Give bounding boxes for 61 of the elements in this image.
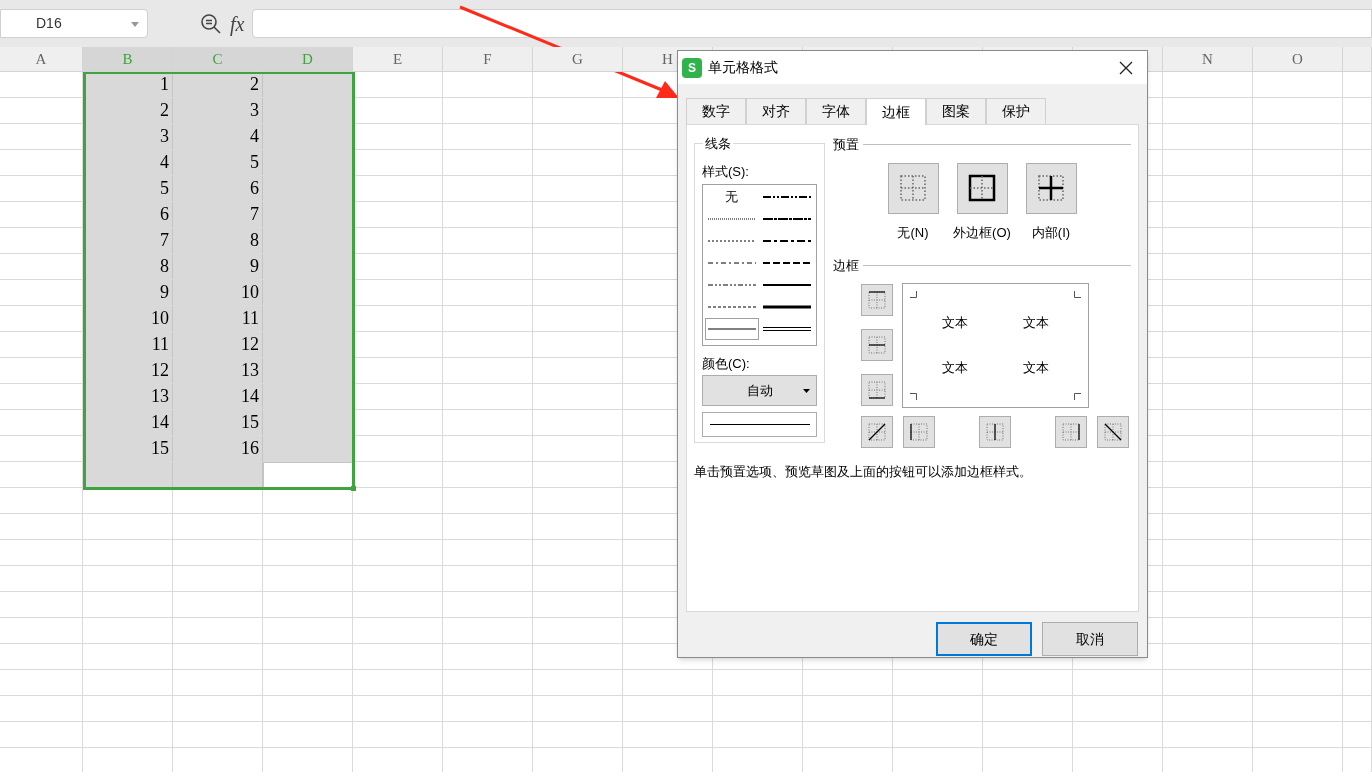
dialog-button[interactable]: 确定	[936, 622, 1032, 656]
dialog-tab[interactable]: 对齐	[746, 98, 806, 124]
table-cell[interactable]: 2	[173, 72, 263, 97]
table-cell[interactable]: 13	[173, 358, 263, 383]
table-cell[interactable]: 7	[83, 228, 173, 253]
table-cell[interactable]: 14	[173, 384, 263, 409]
line-style-option[interactable]: 无	[705, 186, 759, 208]
table-cell[interactable]: 6	[83, 202, 173, 227]
column-header[interactable]: F	[443, 47, 533, 71]
dialog-tab[interactable]: 边框	[866, 98, 926, 125]
border-preview[interactable]: 文本 文本 文本 文本	[902, 282, 1089, 408]
table-cell[interactable]: 4	[173, 124, 263, 149]
table-cell[interactable]: 11	[173, 306, 263, 331]
dialog-button[interactable]: 取消	[1042, 622, 1138, 656]
function-label[interactable]: fx	[230, 8, 245, 39]
section-title: 边框	[833, 257, 859, 275]
name-box[interactable]: D16	[0, 9, 148, 38]
section-title: 预置	[833, 136, 859, 154]
table-cell[interactable]: 8	[173, 228, 263, 253]
table-cell[interactable]: 13	[83, 384, 173, 409]
dialog-tab[interactable]: 保护	[986, 98, 1046, 124]
table-cell[interactable]: 14	[83, 410, 173, 435]
preset-label: 内部(I)	[1031, 223, 1071, 242]
dialog-tab[interactable]: 数字	[686, 98, 746, 124]
column-header[interactable]: G	[533, 47, 623, 71]
table-cell[interactable]: 4	[83, 150, 173, 175]
preview-text: 文本	[1021, 359, 1050, 377]
preset-label: 无(N)	[897, 223, 929, 242]
dialog-tab[interactable]: 图案	[926, 98, 986, 124]
table-cell[interactable]: 3	[173, 98, 263, 123]
column-header[interactable]: E	[353, 47, 443, 71]
color-dropdown[interactable]: 自动	[702, 375, 817, 406]
column-header[interactable]: O	[1253, 47, 1343, 71]
preview-text: 文本	[1021, 313, 1050, 332]
table-cell[interactable]: 5	[173, 150, 263, 175]
style-label: 样式(S):	[702, 163, 750, 181]
table-cell[interactable]: 6	[173, 176, 263, 201]
column-header[interactable]: N	[1163, 47, 1253, 71]
table-cell[interactable]: 15	[83, 436, 173, 461]
table-cell[interactable]: 9	[173, 254, 263, 279]
table-cell[interactable]: 3	[83, 124, 173, 149]
dialog-tab[interactable]: 字体	[806, 98, 866, 124]
table-cell[interactable]: 10	[173, 280, 263, 305]
table-cell[interactable]: 2	[83, 98, 173, 123]
table-cell[interactable]: 16	[173, 436, 263, 461]
line-style-list[interactable]: 无	[702, 184, 817, 346]
hint-text: 单击预置选项、预览草图及上面的按钮可以添加边框样式。	[694, 462, 1033, 481]
table-cell[interactable]: 11	[83, 332, 173, 357]
preset-label: 外边框(O)	[953, 223, 1011, 242]
color-label: 颜色(C):	[702, 355, 751, 372]
table-cell[interactable]: 12	[83, 358, 173, 383]
table-cell[interactable]: 12	[173, 332, 263, 357]
app-logo: S	[682, 57, 702, 78]
table-cell[interactable]: 7	[173, 202, 263, 227]
table-cell[interactable]: 10	[83, 306, 173, 331]
preview-text: 文本	[941, 359, 970, 377]
table-cell[interactable]: 8	[83, 254, 173, 279]
preview-text: 文本	[941, 313, 970, 332]
table-cell[interactable]: 5	[83, 176, 173, 201]
table-cell[interactable]: 15	[173, 410, 263, 435]
table-cell[interactable]: 9	[83, 280, 173, 305]
